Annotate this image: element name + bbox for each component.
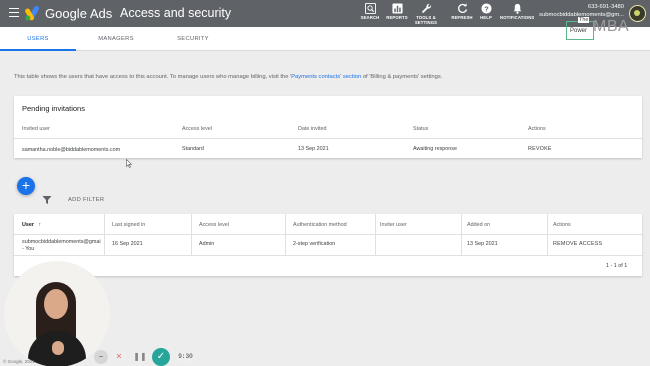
page-title: Access and security xyxy=(120,6,232,20)
svg-text:?: ? xyxy=(484,4,489,13)
column-divider xyxy=(285,214,286,255)
brand-name: Google Ads xyxy=(45,6,113,21)
invited-user-email: samantha.noble@biddablemoments.com xyxy=(22,147,121,153)
column-divider xyxy=(547,214,548,255)
col-user-label: User xyxy=(22,222,34,228)
col-inviter-user: Inviter user xyxy=(380,222,407,228)
tab-bar: USERS MANAGERS SECURITY xyxy=(0,27,650,51)
reports-tool-label: REPORTS xyxy=(386,15,408,20)
tools-settings-label-2: SETTINGS xyxy=(414,20,438,25)
presenter-face xyxy=(44,289,68,319)
user-last-signed-in: 16 Sep 2021 xyxy=(112,241,143,247)
help-icon: ? xyxy=(480,3,492,14)
hamburger-menu-icon[interactable] xyxy=(9,8,19,17)
presenter-hand xyxy=(52,341,64,355)
col-user-access-level: Access level xyxy=(199,222,229,228)
add-filter-button[interactable]: ADD FILTER xyxy=(68,197,104,203)
account-id: 633-691-3480 xyxy=(587,4,624,10)
wrench-icon xyxy=(421,3,431,14)
notifications-label: NOTIFICATIONS xyxy=(500,15,535,20)
col-user-actions: Actions xyxy=(553,222,571,228)
reports-tool-button[interactable]: REPORTS xyxy=(382,3,412,20)
user-access-level: Admin xyxy=(199,241,215,247)
user-email: submocbiddablemoments@gmai xyxy=(22,239,101,245)
reports-icon xyxy=(391,3,403,14)
check-icon[interactable]: ✓ xyxy=(152,348,170,366)
pending-invitations-card: Pending invitations Invited user Access … xyxy=(14,96,642,158)
pause-icon[interactable]: ❚❚ xyxy=(133,350,147,364)
help-button[interactable]: ? HELP xyxy=(471,3,501,20)
col-invited-user: Invited user xyxy=(22,126,50,132)
notifications-button[interactable]: NOTIFICATIONS xyxy=(500,3,534,20)
tab-security[interactable]: SECURITY xyxy=(158,27,228,51)
mouse-cursor-icon xyxy=(126,159,132,168)
presenter-video xyxy=(4,261,110,366)
the-power-mba-watermark: The Power MBA xyxy=(566,17,630,41)
col-user[interactable]: User ↑ xyxy=(22,222,41,228)
users-table-card: User ↑ Last signed in Access level Authe… xyxy=(14,214,642,276)
account-avatar[interactable] xyxy=(629,5,646,22)
google-ads-logo-icon xyxy=(25,5,39,21)
top-bar: Google Ads Access and security SEARCH RE… xyxy=(0,0,650,27)
watermark-the: The xyxy=(578,17,590,23)
col-date-invited: Date invited xyxy=(298,126,327,132)
watermark-power: Power xyxy=(570,28,588,34)
search-tool-button[interactable]: SEARCH xyxy=(355,3,385,20)
sort-arrow-up-icon: ↑ xyxy=(38,222,42,228)
bell-icon xyxy=(513,3,521,14)
watermark-mba: MBA xyxy=(593,18,630,35)
invited-date: 13 Sep 2021 xyxy=(298,146,329,152)
copyright-text: © Google, 2021 xyxy=(3,359,35,364)
col-access-level: Access level xyxy=(182,126,212,132)
search-icon xyxy=(364,3,376,14)
tab-users[interactable]: USERS xyxy=(0,27,76,51)
user-added-on: 13 Sep 2021 xyxy=(467,241,498,247)
recording-timer: 9:30 xyxy=(173,350,198,364)
user-you-label: - You xyxy=(22,246,35,252)
intro-text-before: This table shows the users that have acc… xyxy=(14,74,292,80)
close-icon[interactable]: ✕ xyxy=(112,350,126,364)
col-status: Status xyxy=(413,126,429,132)
column-divider xyxy=(191,214,192,255)
users-row-divider xyxy=(14,255,642,256)
invited-access-level: Standard xyxy=(182,146,204,152)
help-label: HELP xyxy=(480,15,492,20)
column-divider xyxy=(375,214,376,255)
column-divider xyxy=(104,214,105,255)
pending-invitations-title: Pending invitations xyxy=(22,104,85,113)
revoke-button[interactable]: REVOKE xyxy=(528,146,552,152)
intro-text-after: of 'Billing & payments' settings. xyxy=(361,74,443,80)
add-user-button[interactable]: + xyxy=(17,177,35,195)
minimize-icon[interactable]: − xyxy=(94,350,108,364)
remove-access-button[interactable]: REMOVE ACCESS xyxy=(553,241,602,247)
payments-contacts-link[interactable]: Payments contacts' section xyxy=(291,74,361,80)
pending-divider xyxy=(14,138,642,139)
invitation-status: Awaiting response xyxy=(413,146,457,152)
tab-managers[interactable]: MANAGERS xyxy=(81,27,151,51)
col-authentication-method: Authentication method xyxy=(293,222,347,228)
refresh-icon xyxy=(457,3,467,14)
filter-icon[interactable] xyxy=(42,195,52,205)
tools-settings-button[interactable]: TOOLS & SETTINGS xyxy=(411,3,441,25)
col-actions: Actions xyxy=(528,126,546,132)
intro-text: This table shows the users that have acc… xyxy=(14,74,442,80)
col-last-signed-in: Last signed in xyxy=(112,222,146,228)
user-auth-method: 2-step verification xyxy=(293,241,336,247)
pagination-info: 1 - 1 of 1 xyxy=(606,263,628,269)
column-divider xyxy=(461,214,462,255)
col-added-on: Added on xyxy=(467,222,491,228)
search-tool-label: SEARCH xyxy=(360,15,380,20)
